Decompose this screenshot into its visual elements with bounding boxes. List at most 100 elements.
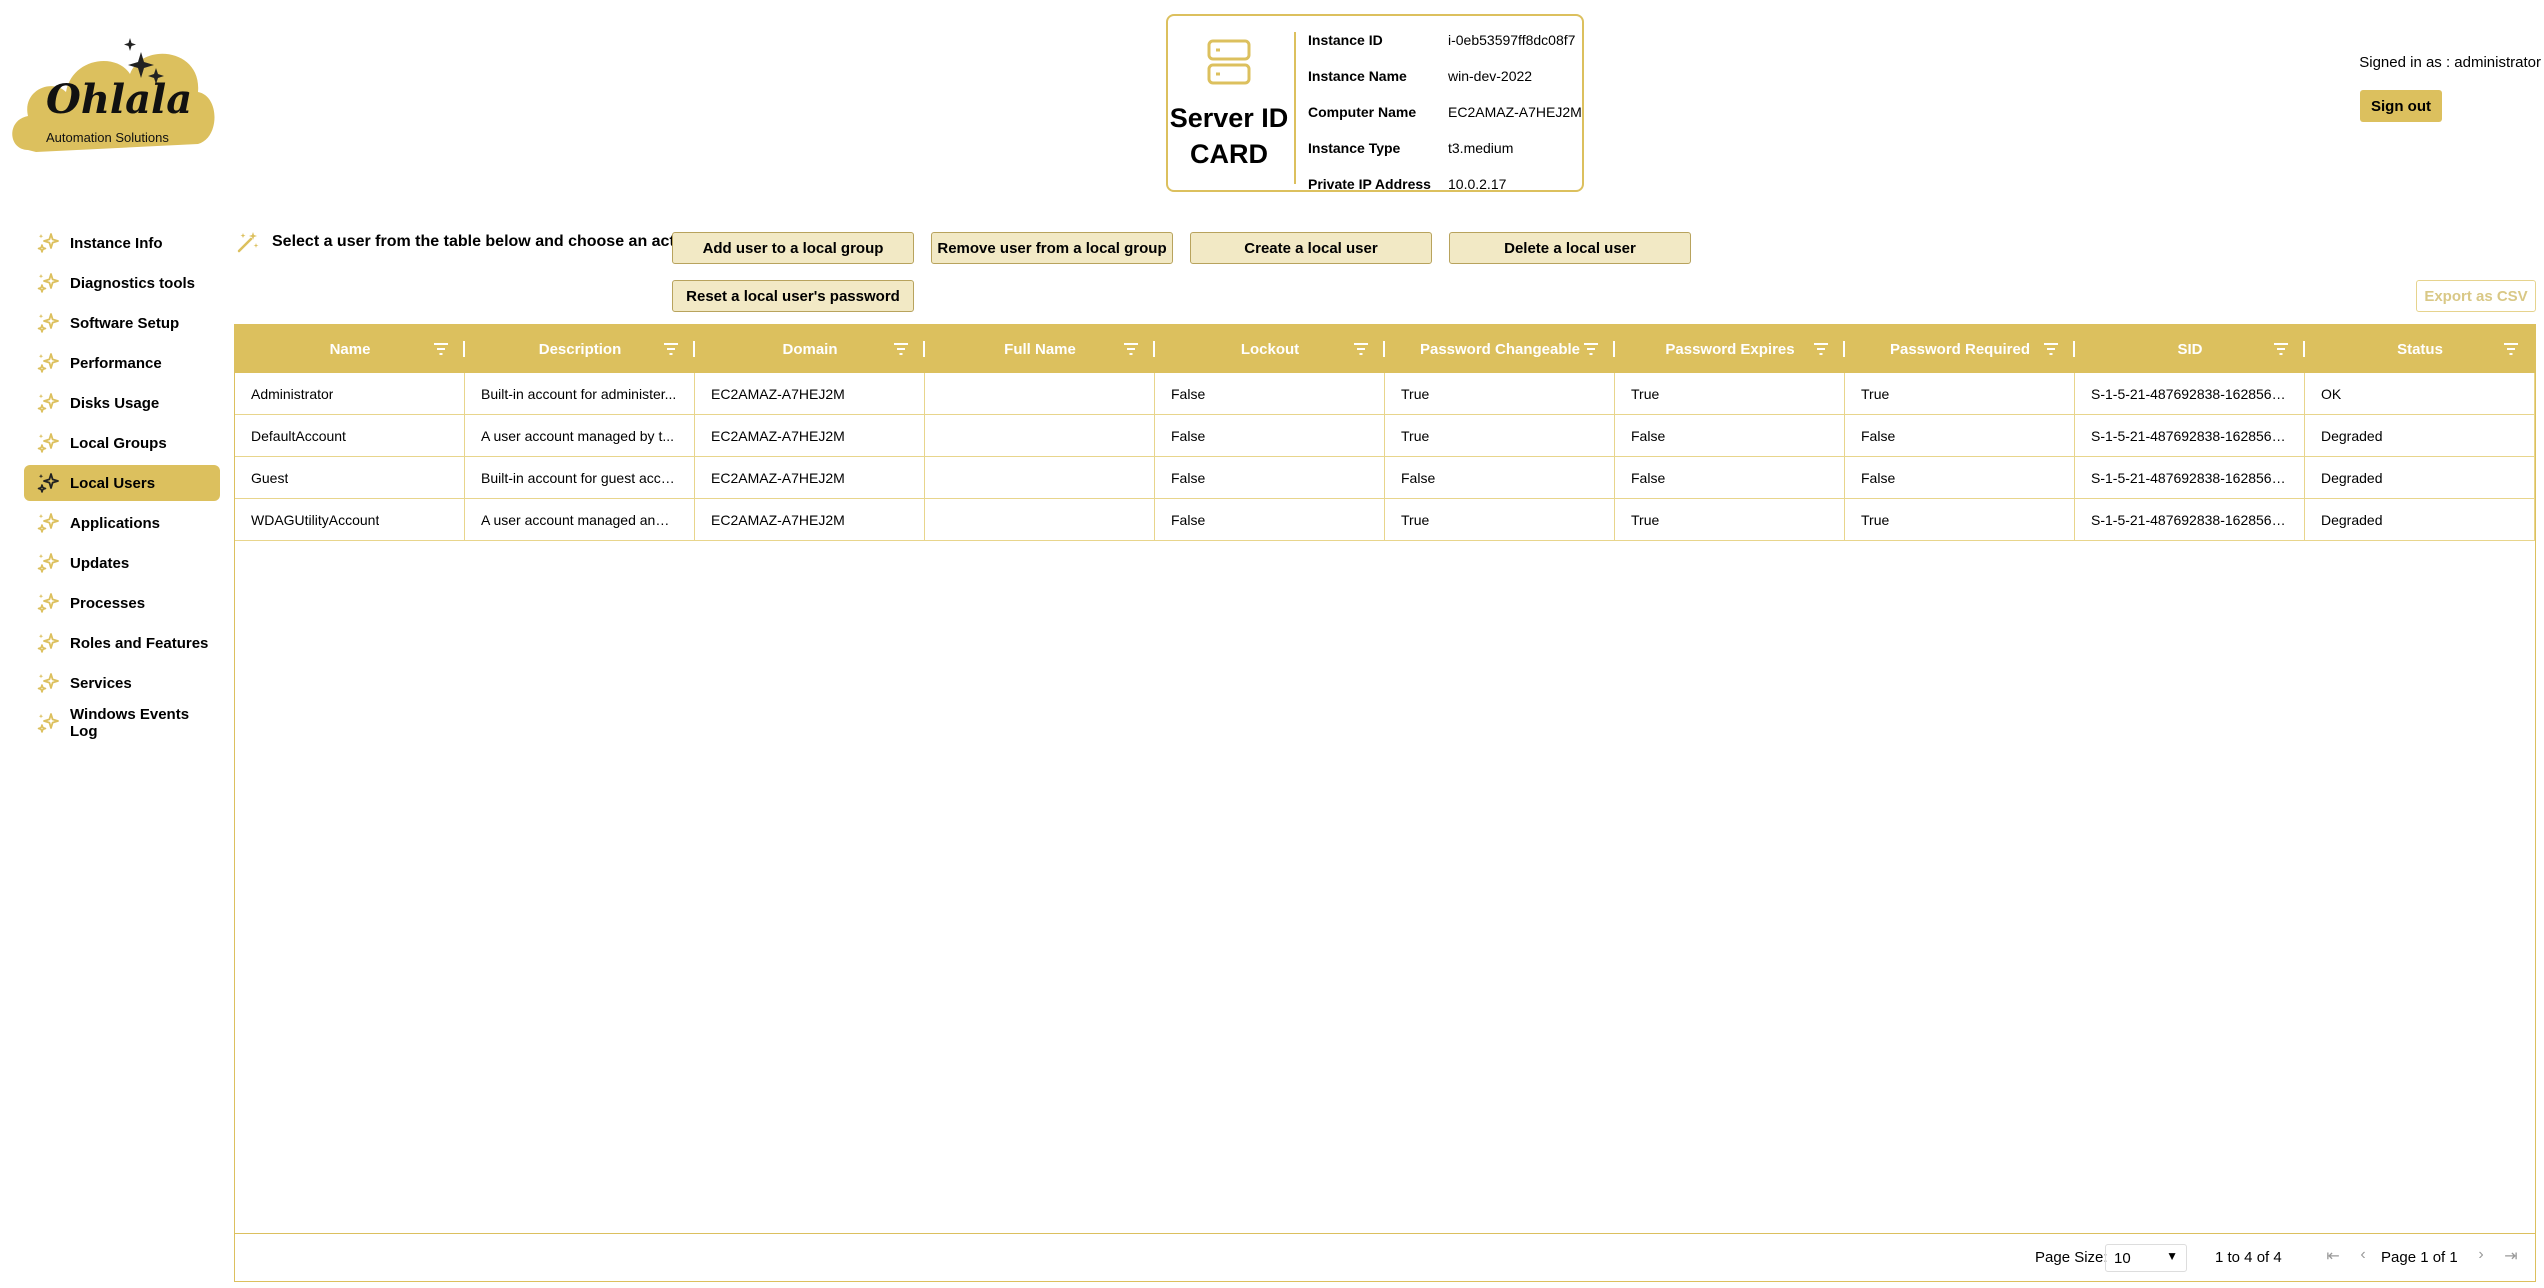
- page-size-select[interactable]: 10 ▼: [2105, 1244, 2187, 1272]
- cell-text: False: [1861, 469, 1896, 486]
- filter-icon[interactable]: [1123, 342, 1139, 356]
- table-cell: True: [1385, 373, 1615, 414]
- next-page-icon[interactable]: ›: [2471, 1246, 2491, 1268]
- detail-label: Private IP Address: [1308, 176, 1431, 192]
- column-header-password-expires[interactable]: Password Expires: [1615, 325, 1845, 373]
- sparkle-icon: [37, 513, 59, 533]
- sign-out-button[interactable]: Sign out: [2360, 90, 2442, 122]
- detail-row-instance-type: Instance Type t3.medium: [1308, 130, 1582, 166]
- sidebar-item-processes[interactable]: Processes: [24, 585, 220, 621]
- column-header-label: SID: [2177, 340, 2203, 358]
- remove-user-from-group-button[interactable]: Remove user from a local group: [931, 232, 1173, 264]
- sidebar-item-label: Disks Usage: [70, 394, 160, 412]
- sidebar-item-roles-and-features[interactable]: Roles and Features: [24, 625, 220, 661]
- cell-text: A user account managed by t...: [481, 427, 675, 444]
- sidebar-item-local-groups[interactable]: Local Groups: [24, 425, 220, 461]
- sidebar-item-label: Windows Events Log: [70, 706, 190, 740]
- sparkle-icon: [37, 673, 59, 693]
- table-cell: A user account managed by t...: [465, 415, 695, 456]
- filter-icon[interactable]: [1583, 342, 1599, 356]
- sidebar-item-updates[interactable]: Updates: [24, 545, 220, 581]
- filter-icon[interactable]: [2503, 342, 2519, 356]
- filter-icon[interactable]: [663, 342, 679, 356]
- delete-user-button[interactable]: Delete a local user: [1449, 232, 1691, 264]
- filter-icon[interactable]: [1813, 342, 1829, 356]
- sidebar-item-disks-usage[interactable]: Disks Usage: [24, 385, 220, 421]
- first-page-icon[interactable]: ⇤: [2323, 1246, 2343, 1268]
- cell-text: True: [1631, 511, 1660, 528]
- ohlala-logo: Ohlala Automation Solutions: [6, 34, 220, 158]
- sidebar-item-label: Diagnostics tools: [70, 274, 196, 292]
- cell-text: False: [1861, 427, 1896, 444]
- add-user-to-group-button[interactable]: Add user to a local group: [672, 232, 914, 264]
- filter-icon[interactable]: [2043, 342, 2059, 356]
- cell-text: True: [1861, 385, 1890, 402]
- column-header-lockout[interactable]: Lockout: [1155, 325, 1385, 373]
- page-size-label: Page Size:: [2035, 1249, 2108, 1266]
- table-row[interactable]: WDAGUtilityAccount A user account managed…: [235, 499, 2535, 541]
- sparkle-icon: [37, 273, 59, 293]
- sidebar-item-local-users[interactable]: Local Users: [24, 465, 220, 501]
- reset-password-button[interactable]: Reset a local user's password: [672, 280, 914, 312]
- sidebar-item-diagnostics-tools[interactable]: Diagnostics tools: [24, 265, 220, 301]
- create-user-button[interactable]: Create a local user: [1190, 232, 1432, 264]
- column-header-label: Password Changeable: [1419, 340, 1581, 358]
- column-header-password-changeable[interactable]: Password Changeable: [1385, 325, 1615, 373]
- sidebar-item-software-setup[interactable]: Software Setup: [24, 305, 220, 341]
- table-cell: [925, 373, 1155, 414]
- filter-icon[interactable]: [2273, 342, 2289, 356]
- logo-tagline: Automation Solutions: [46, 130, 169, 145]
- card-title: Server ID CARD: [1168, 100, 1290, 172]
- column-header-label: Name: [329, 340, 371, 358]
- table-cell: False: [1845, 457, 2075, 498]
- table-row[interactable]: DefaultAccount A user account managed by …: [235, 415, 2535, 457]
- detail-row-instance-id: Instance ID i-0eb53597ff8dc08f7: [1308, 22, 1582, 58]
- last-page-icon[interactable]: ⇥: [2501, 1246, 2521, 1268]
- sidebar-item-applications[interactable]: Applications: [24, 505, 220, 541]
- table-cell: Administrator: [235, 373, 465, 414]
- table-cell: EC2AMAZ-A7HEJ2M: [695, 457, 925, 498]
- column-header-name[interactable]: Name: [235, 325, 465, 373]
- sidebar-item-label: Roles and Features: [70, 634, 209, 652]
- table-cell: [925, 415, 1155, 456]
- sidebar-item-label: Software Setup: [70, 314, 180, 332]
- table-cell: [925, 499, 1155, 540]
- sparkle-icon: [37, 353, 59, 373]
- column-header-description[interactable]: Description: [465, 325, 695, 373]
- column-header-label: Status: [2397, 340, 2443, 358]
- sidebar-item-performance[interactable]: Performance: [24, 345, 220, 381]
- table-row[interactable]: Guest Built-in account for guest acce... E…: [235, 457, 2535, 499]
- column-header-status[interactable]: Status: [2305, 325, 2535, 373]
- filter-icon[interactable]: [433, 342, 449, 356]
- page-indicator: Page 1 of 1: [2381, 1249, 2458, 1266]
- table-cell: Degraded: [2305, 415, 2535, 456]
- column-header-password-required[interactable]: Password Required: [1845, 325, 2075, 373]
- column-header-full-name[interactable]: Full Name: [925, 325, 1155, 373]
- table-row[interactable]: Administrator Built-in account for admini…: [235, 373, 2535, 415]
- table-cell: False: [1155, 499, 1385, 540]
- signed-in-text: Signed in as : administrator: [2359, 54, 2541, 71]
- cell-text: Administrator: [251, 385, 334, 402]
- filter-icon[interactable]: [893, 342, 909, 356]
- chevron-down-icon: ▼: [2166, 1249, 2178, 1263]
- cell-text: S-1-5-21-487692838-1628560...: [2091, 469, 2287, 486]
- sidebar-item-services[interactable]: Services: [24, 665, 220, 701]
- sidebar-item-windows-events-log[interactable]: Windows Events Log: [24, 705, 220, 741]
- export-csv-button[interactable]: Export as CSV: [2416, 280, 2536, 312]
- cell-text: True: [1401, 385, 1430, 402]
- sidebar-item-instance-info[interactable]: Instance Info: [24, 225, 220, 261]
- table-cell: S-1-5-21-487692838-1628560...: [2075, 457, 2305, 498]
- column-header-label: Lockout: [1240, 340, 1300, 358]
- users-table: Name Description Domain Full Name Lockout Pas…: [234, 324, 2536, 1282]
- sparkle-icon: [37, 713, 59, 733]
- column-header-label: Full Name: [1004, 340, 1076, 358]
- table-cell: S-1-5-21-487692838-1628560...: [2075, 499, 2305, 540]
- table-cell: EC2AMAZ-A7HEJ2M: [695, 373, 925, 414]
- sidebar-item-label: Applications: [70, 514, 161, 532]
- filter-icon[interactable]: [1353, 342, 1369, 356]
- column-header-sid[interactable]: SID: [2075, 325, 2305, 373]
- sparkle-icon: [37, 553, 59, 573]
- previous-page-icon[interactable]: ‹: [2353, 1246, 2373, 1268]
- card-divider: [1294, 32, 1296, 184]
- column-header-domain[interactable]: Domain: [695, 325, 925, 373]
